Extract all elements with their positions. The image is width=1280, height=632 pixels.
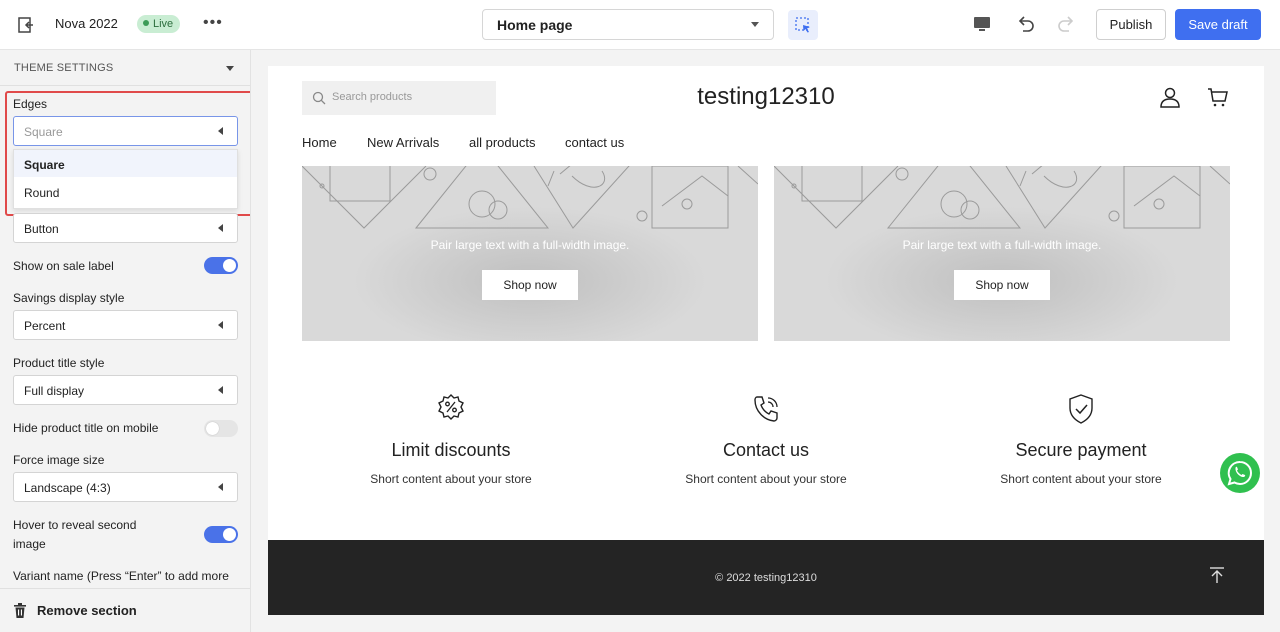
account-icon[interactable]: [1159, 86, 1181, 108]
search-icon: [312, 91, 326, 105]
hover-reveal-label-2: image: [13, 537, 46, 551]
edges-select-value: Square: [24, 125, 63, 139]
savings-select[interactable]: Percent: [13, 310, 238, 340]
store-footer: © 2022 testing12310: [268, 540, 1264, 615]
chevron-left-icon: [218, 483, 223, 491]
edges-select[interactable]: Square: [13, 116, 238, 146]
title-style-value: Full display: [24, 384, 85, 398]
banner-text: Pair large text with a full-width image.: [430, 238, 630, 252]
hide-title-label: Hide product title on mobile: [13, 421, 159, 435]
feature-subtitle: Short content about your store: [1000, 472, 1162, 486]
chevron-down-icon: [226, 66, 234, 71]
chevron-left-icon: [218, 321, 223, 329]
feature-subtitle: Short content about your store: [685, 472, 847, 486]
top-bar: Nova 2022 Live ••• Home page Publish Sav…: [0, 0, 1280, 50]
exit-icon[interactable]: [16, 15, 36, 35]
toggle-knob: [223, 259, 236, 272]
edges-dropdown: Square Round: [13, 149, 238, 209]
chevron-left-icon: [218, 224, 223, 232]
theme-settings-header[interactable]: THEME SETTINGS: [0, 50, 250, 86]
remove-section-label: Remove section: [37, 603, 137, 618]
discount-badge-icon: [438, 394, 464, 420]
cart-icon[interactable]: [1207, 86, 1229, 108]
force-size-select[interactable]: Landscape (4:3): [13, 472, 238, 502]
nav-home[interactable]: Home: [302, 135, 337, 150]
save-draft-button[interactable]: Save draft: [1175, 9, 1261, 40]
button-style-value: Button: [24, 222, 59, 236]
trash-icon: [14, 603, 26, 618]
desktop-view-icon[interactable]: [972, 14, 992, 34]
live-dot-icon: [143, 20, 149, 26]
section-title: THEME SETTINGS: [14, 62, 114, 74]
image-banner: Pair large text with a full-width image.…: [774, 166, 1230, 341]
nav-new-arrivals[interactable]: New Arrivals: [367, 135, 439, 150]
page-select-value: Home page: [497, 17, 573, 33]
cursor-select-icon: [795, 17, 810, 33]
banner-text: Pair large text with a full-width image.: [902, 238, 1102, 252]
shop-now-button[interactable]: Shop now: [954, 270, 1050, 300]
page-select[interactable]: Home page: [482, 9, 774, 40]
chevron-down-icon: [751, 22, 759, 27]
whatsapp-button[interactable]: [1220, 453, 1260, 493]
shop-now-button[interactable]: Shop now: [482, 270, 578, 300]
search-placeholder: Search products: [332, 91, 413, 103]
feature-subtitle: Short content about your store: [370, 472, 532, 486]
store-search-input[interactable]: Search products: [302, 81, 496, 115]
edges-option-square[interactable]: Square: [14, 150, 237, 177]
live-badge-label: Live: [153, 18, 174, 30]
toggle-knob: [223, 528, 236, 541]
chevron-left-icon: [218, 386, 223, 394]
force-size-label: Force image size: [13, 453, 105, 467]
nav-contact-us[interactable]: contact us: [565, 135, 624, 150]
show-on-sale-label: Show on sale label: [13, 259, 114, 273]
savings-label: Savings display style: [13, 291, 125, 305]
edges-label: Edges: [13, 97, 48, 111]
title-style-label: Product title style: [13, 356, 105, 370]
shield-check-icon: [1069, 394, 1093, 424]
button-style-select[interactable]: Button: [13, 213, 238, 243]
toggle-knob: [206, 422, 219, 435]
feature-title: Limit discounts: [391, 440, 511, 460]
edges-option-round[interactable]: Round: [14, 178, 237, 205]
savings-select-value: Percent: [24, 319, 66, 333]
more-options-icon[interactable]: •••: [203, 14, 223, 32]
hover-reveal-toggle[interactable]: [204, 526, 238, 543]
copyright-text: © 2022 testing12310: [715, 572, 817, 584]
hide-title-toggle[interactable]: [204, 420, 238, 437]
store-name[interactable]: testing12310: [616, 83, 916, 111]
nav-all-products[interactable]: all products: [469, 135, 535, 150]
settings-sidebar: THEME SETTINGS Edges Square Square Round…: [0, 50, 251, 632]
redo-icon[interactable]: [1056, 13, 1078, 35]
variant-name-label: Variant name (Press “Enter” to add more: [13, 569, 229, 583]
show-on-sale-toggle[interactable]: [204, 257, 238, 274]
whatsapp-icon: [1227, 460, 1252, 486]
back-to-top-icon[interactable]: [1208, 566, 1226, 584]
title-style-select[interactable]: Full display: [13, 375, 238, 405]
hover-reveal-label: Hover to reveal second: [13, 518, 137, 532]
chevron-left-icon: [218, 127, 223, 135]
remove-section-button[interactable]: Remove section: [0, 588, 250, 632]
theme-title: Nova 2022: [55, 16, 118, 31]
phone-icon: [754, 396, 778, 422]
publish-button[interactable]: Publish: [1096, 9, 1166, 40]
image-banner: Pair large text with a full-width image.…: [302, 166, 758, 341]
feature-title: Contact us: [722, 440, 810, 460]
store-preview: Search products testing12310 Home New Ar…: [268, 66, 1264, 615]
force-size-value: Landscape (4:3): [24, 481, 111, 495]
feature-title: Secure payment: [1015, 440, 1147, 460]
live-badge: Live: [137, 15, 181, 33]
select-element-button[interactable]: [788, 10, 818, 40]
undo-icon[interactable]: [1014, 13, 1036, 35]
